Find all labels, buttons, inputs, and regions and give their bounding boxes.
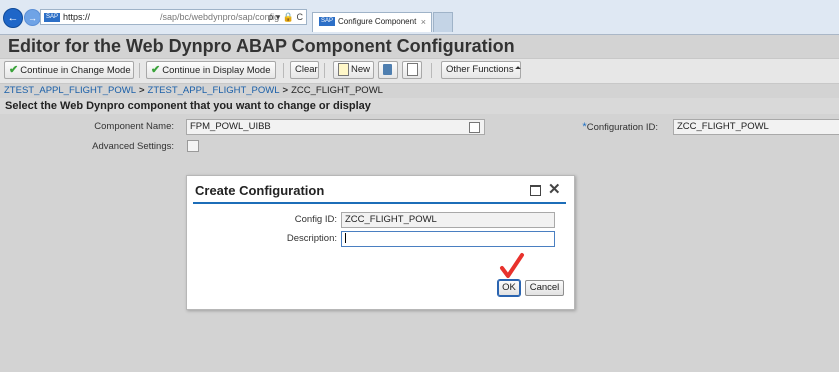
browser-tab[interactable]: SAP Configure Component ×	[312, 12, 432, 32]
url-prefix: https://	[63, 12, 91, 22]
breadcrumb-current: ZCC_FLIGHT_POWL	[291, 85, 383, 96]
copy-icon	[407, 62, 418, 76]
description-label: Description:	[286, 233, 337, 244]
breadcrumb: ZTEST_APPL_FLIGHT_POWL > ZTEST_APPL_FLIGHT…	[4, 85, 383, 96]
toolbar-separator	[324, 63, 325, 78]
sap-tab-icon: SAP	[319, 17, 336, 27]
component-name-label: Component Name:	[94, 121, 174, 132]
browser-toolbar: ← → SAP https:///sap/bc/webdynpro/sap/con…	[0, 0, 839, 35]
address-bar[interactable]: SAP https:///sap/bc/webdynpro/sap/config …	[40, 9, 307, 25]
dialog-title-rule	[193, 202, 566, 204]
delete-button[interactable]	[378, 61, 398, 79]
back-arrow-icon[interactable]: ←	[3, 8, 23, 28]
dialog-title: Create Configuration	[195, 183, 325, 198]
breadcrumb-separator: >	[282, 85, 289, 96]
create-configuration-dialog: Create Configuration ✕ Config ID: ZCC_FL…	[186, 175, 575, 310]
tab-label: Configure Component	[338, 17, 417, 26]
new-document-icon	[338, 62, 349, 76]
application-toolbar: ✔ Continue in Change Mode ✔ Continue in Di…	[0, 58, 839, 84]
checkmark-icon: ✔	[9, 64, 19, 76]
checkmark-icon: ✔	[151, 64, 161, 76]
address-actions[interactable]: ρ ▾ 🔒 C	[268, 10, 303, 24]
maximize-icon[interactable]	[530, 185, 541, 196]
dropdown-arrow-icon	[514, 66, 521, 73]
tab-close-icon[interactable]: ×	[421, 13, 426, 31]
text-cursor	[345, 233, 346, 244]
toolbar-separator	[283, 63, 284, 78]
continue-display-mode-button[interactable]: ✔ Continue in Display Mode	[146, 61, 276, 79]
forward-arrow-icon[interactable]: →	[24, 9, 41, 26]
clear-button[interactable]: Clear	[290, 61, 319, 79]
config-id-field[interactable]: ZCC_FLIGHT_POWL	[341, 212, 555, 228]
advanced-settings-label: Advanced Settings:	[92, 141, 174, 152]
other-functions-button[interactable]: Other Functions	[441, 61, 521, 79]
sap-favicon-icon: SAP	[44, 13, 61, 23]
toolbar-separator	[431, 63, 432, 78]
annotation-checkmark-icon	[500, 253, 524, 278]
config-id-label: Config ID:	[294, 214, 337, 225]
url-path: /sap/bc/webdynpro/sap/config	[160, 12, 280, 22]
new-button[interactable]: New	[333, 61, 374, 79]
advanced-settings-checkbox[interactable]	[187, 140, 199, 152]
value-help-icon[interactable]	[469, 122, 480, 133]
section-title: Select the Web Dynpro component that you…	[0, 98, 839, 114]
configuration-id-field[interactable]: ZCC_FLIGHT_POWL	[673, 119, 839, 135]
ok-button[interactable]: OK	[497, 279, 521, 297]
configuration-id-label: *Configuration ID:	[582, 121, 658, 133]
new-tab-button[interactable]	[433, 12, 453, 32]
cancel-button[interactable]: Cancel	[525, 280, 564, 296]
trash-icon	[383, 63, 392, 75]
description-field[interactable]	[341, 231, 555, 247]
breadcrumb-link[interactable]: ZTEST_APPL_FLIGHT_POWL	[148, 85, 280, 96]
breadcrumb-separator: >	[138, 85, 145, 96]
continue-change-mode-button[interactable]: ✔ Continue in Change Mode	[4, 61, 134, 79]
breadcrumb-link[interactable]: ZTEST_APPL_FLIGHT_POWL	[4, 85, 136, 96]
close-icon[interactable]: ✕	[548, 180, 561, 198]
copy-button[interactable]	[402, 61, 422, 79]
page-title: Editor for the Web Dynpro ABAP Component…	[8, 36, 515, 56]
toolbar-separator	[139, 63, 140, 78]
component-name-field[interactable]: FPM_POWL_UIBB	[186, 119, 485, 135]
